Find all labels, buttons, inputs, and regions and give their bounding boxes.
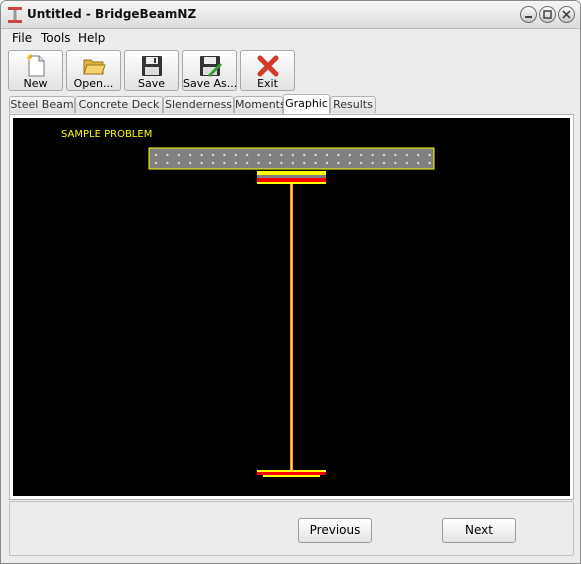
deck-dot — [348, 153, 351, 157]
tab-bar: Steel Beam Concrete Deck Slenderness Mom… — [9, 94, 579, 114]
save-label: Save — [137, 77, 165, 90]
deck-dot — [223, 153, 226, 157]
menu-tools[interactable]: Tools — [41, 31, 71, 45]
new-document-icon — [26, 54, 45, 77]
window-title: Untitled - BridgeBeamNZ — [27, 7, 197, 21]
deck-dot — [371, 153, 374, 157]
deck-dot — [257, 161, 260, 165]
deck-dot — [257, 153, 260, 157]
problem-label: SAMPLE PROBLEM — [61, 129, 152, 140]
exit-button[interactable]: Exit — [240, 50, 295, 91]
next-button[interactable]: Next — [442, 518, 516, 543]
deck-dot — [382, 161, 386, 165]
close-icon — [562, 10, 571, 19]
concrete-deck — [148, 147, 435, 170]
deck-dot — [177, 161, 180, 165]
deck-dot — [348, 161, 351, 165]
deck-dot — [177, 153, 180, 157]
deck-dot — [337, 161, 340, 165]
previous-button[interactable]: Previous — [298, 518, 372, 543]
deck-dot — [246, 161, 249, 165]
deck-dot — [394, 153, 397, 157]
i-beam-app-icon — [8, 7, 22, 23]
deck-dot — [405, 161, 408, 165]
open-label: Open... — [73, 77, 114, 90]
save-button[interactable]: Save — [124, 50, 179, 91]
deck-dot — [314, 153, 317, 157]
top-flange — [257, 171, 326, 184]
deck-dot — [360, 153, 363, 157]
deck-dot — [154, 153, 158, 157]
deck-dot — [303, 161, 306, 165]
deck-dot — [428, 153, 431, 157]
deck-dot — [211, 153, 215, 157]
toolbar: New Open... Save Save As... Exit — [1, 48, 580, 94]
deck-dot — [234, 153, 237, 157]
deck-dot — [200, 153, 203, 157]
floppy-disk-icon — [142, 56, 162, 76]
deck-dot — [223, 161, 226, 165]
app-window: Untitled - BridgeBeamNZ File Tools Help … — [0, 0, 581, 564]
deck-dot — [280, 161, 283, 165]
navigation-panel: Previous Next — [9, 501, 574, 556]
deck-dot — [314, 161, 317, 165]
bottom-flange — [257, 470, 326, 477]
steel-web — [290, 184, 293, 472]
tab-moments[interactable]: Moments — [234, 96, 286, 113]
tab-results[interactable]: Results — [330, 96, 376, 113]
maximize-button[interactable] — [539, 6, 556, 23]
deck-dot — [325, 161, 329, 165]
deck-dot — [371, 161, 374, 165]
deck-dot — [154, 161, 158, 165]
tab-concrete-deck[interactable]: Concrete Deck — [75, 96, 163, 113]
minimize-icon — [525, 16, 532, 18]
title-bar: Untitled - BridgeBeamNZ — [1, 1, 580, 29]
deck-dot — [280, 153, 283, 157]
deck-dot — [166, 161, 169, 165]
deck-dot — [303, 153, 306, 157]
deck-dot — [291, 153, 294, 157]
beam-section-canvas: SAMPLE PROBLEM — [13, 118, 570, 496]
maximize-icon — [543, 10, 552, 19]
graphic-panel: SAMPLE PROBLEM — [9, 114, 574, 500]
deck-dot — [417, 153, 420, 157]
close-button[interactable] — [558, 6, 575, 23]
new-label: New — [23, 77, 48, 90]
deck-dot — [211, 161, 215, 165]
folder-open-icon — [83, 59, 106, 75]
deck-dot — [405, 153, 408, 157]
menu-file[interactable]: File — [12, 31, 32, 45]
deck-dot — [394, 161, 397, 165]
deck-dot — [291, 161, 294, 165]
tab-steel-beam[interactable]: Steel Beam — [9, 96, 75, 113]
save-as-label: Save As... — [183, 77, 238, 90]
deck-dot — [360, 161, 363, 165]
new-button[interactable]: New — [8, 50, 63, 91]
tab-graphic[interactable]: Graphic — [283, 94, 330, 114]
deck-dot — [268, 153, 272, 157]
menu-bar: File Tools Help — [1, 29, 580, 48]
minimize-button[interactable] — [520, 6, 537, 23]
save-as-icon — [200, 56, 222, 77]
deck-dot — [417, 161, 420, 165]
deck-dot — [382, 153, 386, 157]
menu-help[interactable]: Help — [78, 31, 105, 45]
exit-x-icon — [257, 55, 279, 77]
deck-dot — [428, 161, 431, 165]
deck-dot — [200, 161, 203, 165]
deck-dot — [268, 161, 272, 165]
tab-slenderness[interactable]: Slenderness — [163, 96, 234, 113]
open-button[interactable]: Open... — [66, 50, 121, 91]
deck-dot — [325, 153, 329, 157]
deck-dot — [166, 153, 169, 157]
exit-label: Exit — [257, 77, 278, 90]
deck-dot — [189, 161, 192, 165]
deck-dot — [234, 161, 237, 165]
deck-dot — [189, 153, 192, 157]
deck-dot — [337, 153, 340, 157]
deck-dot — [246, 153, 249, 157]
save-as-button[interactable]: Save As... — [182, 50, 237, 91]
